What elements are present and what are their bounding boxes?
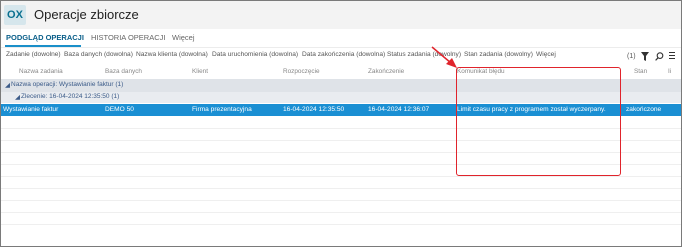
annotation-arrow-icon <box>431 46 457 68</box>
